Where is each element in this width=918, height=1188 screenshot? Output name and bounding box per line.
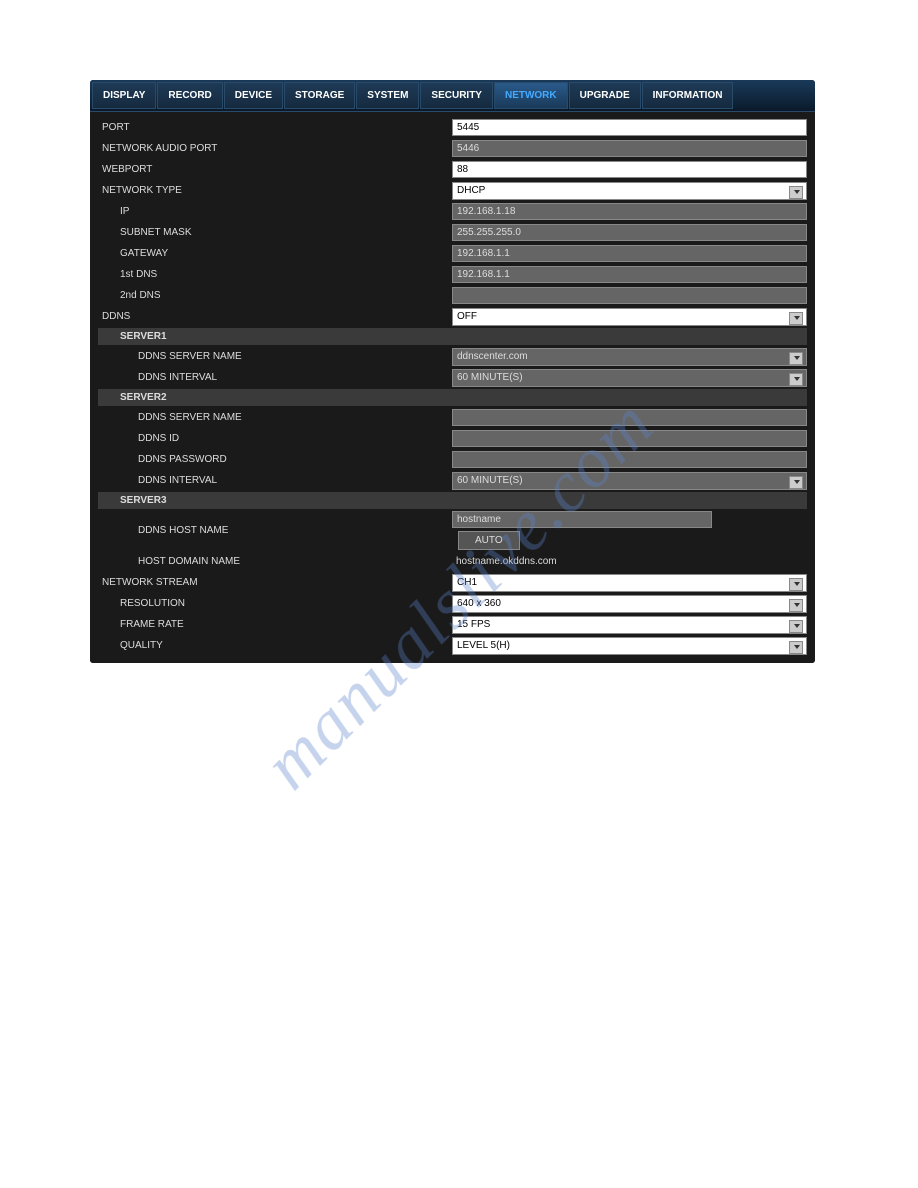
tab-record[interactable]: RECORD — [157, 82, 222, 109]
resolution-select[interactable]: 640 x 360 — [452, 595, 807, 613]
network-audio-port-label: NETWORK AUDIO PORT — [98, 143, 452, 154]
server1-name-label: DDNS SERVER NAME — [98, 351, 452, 362]
server1-interval-label: DDNS INTERVAL — [98, 372, 452, 383]
frame-rate-label: FRAME RATE — [98, 619, 452, 630]
server2-interval-label: DDNS INTERVAL — [98, 475, 452, 486]
network-type-label: NETWORK TYPE — [98, 185, 452, 196]
webport-input[interactable] — [452, 161, 807, 178]
first-dns-input[interactable] — [452, 266, 807, 283]
server2-password-label: DDNS PASSWORD — [98, 454, 452, 465]
host-domain-value: hostname.okddns.com — [452, 554, 807, 569]
server2-id-label: DDNS ID — [98, 433, 452, 444]
server2-name-label: DDNS SERVER NAME — [98, 412, 452, 423]
tab-device[interactable]: DEVICE — [224, 82, 283, 109]
server1-name-select[interactable]: ddnscenter.com — [452, 348, 807, 366]
tab-network[interactable]: NETWORK — [494, 82, 568, 109]
server1-header: SERVER1 — [98, 328, 807, 345]
tab-display[interactable]: DISPLAY — [92, 82, 156, 109]
tab-security[interactable]: SECURITY — [420, 82, 493, 109]
quality-label: QUALITY — [98, 640, 452, 651]
port-label: PORT — [98, 122, 452, 133]
webport-label: WEBPORT — [98, 164, 452, 175]
server1-interval-select[interactable]: 60 MINUTE(S) — [452, 369, 807, 387]
server3-header: SERVER3 — [98, 492, 452, 509]
network-stream-select[interactable]: CH1 — [452, 574, 807, 592]
ddns-select[interactable]: OFF — [452, 308, 807, 326]
server2-id-input[interactable] — [452, 430, 807, 447]
tab-system[interactable]: SYSTEM — [356, 82, 419, 109]
auto-button[interactable]: AUTO — [458, 531, 520, 550]
server2-password-input[interactable] — [452, 451, 807, 468]
server2-name-input[interactable] — [452, 409, 807, 426]
server2-interval-select[interactable]: 60 MINUTE(S) — [452, 472, 807, 490]
ddns-label: DDNS — [98, 311, 452, 322]
first-dns-label: 1st DNS — [98, 269, 452, 280]
network-form: PORT NETWORK AUDIO PORT WEBPORT NETWORK … — [90, 112, 815, 663]
port-input[interactable] — [452, 119, 807, 136]
network-stream-label: NETWORK STREAM — [98, 577, 452, 588]
quality-select[interactable]: LEVEL 5(H) — [452, 637, 807, 655]
server3-hostname-input[interactable] — [452, 511, 712, 528]
server3-hostname-label: DDNS HOST NAME — [98, 525, 452, 536]
settings-panel: DISPLAY RECORD DEVICE STORAGE SYSTEM SEC… — [90, 80, 815, 663]
frame-rate-select[interactable]: 15 FPS — [452, 616, 807, 634]
network-audio-port-input[interactable] — [452, 140, 807, 157]
subnet-mask-input[interactable] — [452, 224, 807, 241]
tab-upgrade[interactable]: UPGRADE — [569, 82, 641, 109]
gateway-input[interactable] — [452, 245, 807, 262]
subnet-mask-label: SUBNET MASK — [98, 227, 452, 238]
network-type-select[interactable]: DHCP — [452, 182, 807, 200]
second-dns-label: 2nd DNS — [98, 290, 452, 301]
tab-storage[interactable]: STORAGE — [284, 82, 355, 109]
second-dns-input[interactable] — [452, 287, 807, 304]
tab-bar: DISPLAY RECORD DEVICE STORAGE SYSTEM SEC… — [90, 80, 815, 112]
server2-header: SERVER2 — [98, 389, 807, 406]
host-domain-label: HOST DOMAIN NAME — [98, 556, 452, 567]
ip-input[interactable] — [452, 203, 807, 220]
gateway-label: GATEWAY — [98, 248, 452, 259]
tab-information[interactable]: INFORMATION — [642, 82, 734, 109]
ip-label: IP — [98, 206, 452, 217]
resolution-label: RESOLUTION — [98, 598, 452, 609]
